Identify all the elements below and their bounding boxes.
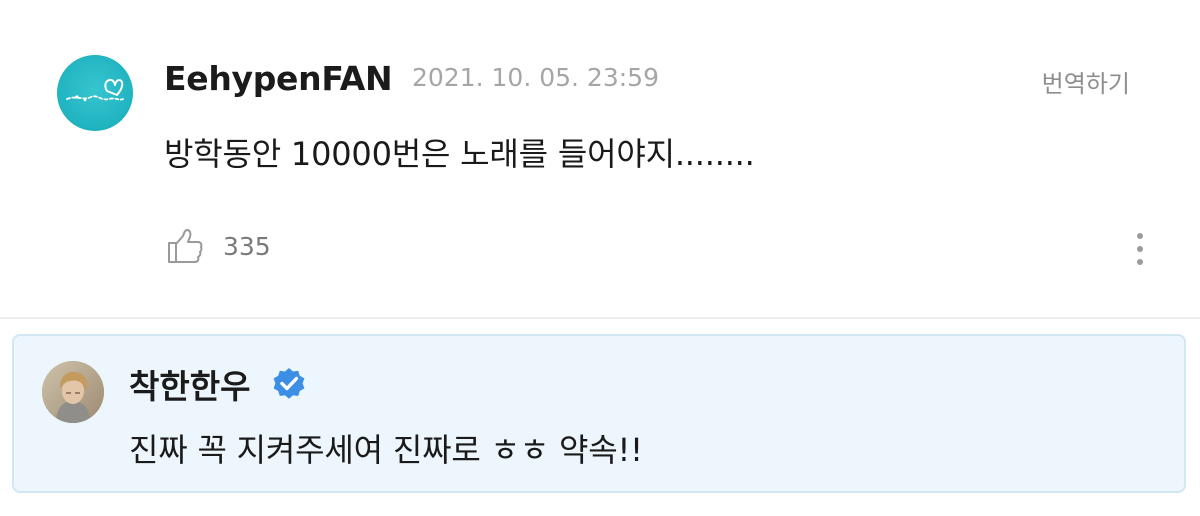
fan-avatar[interactable] xyxy=(57,55,133,131)
fan-comment: EehypenFAN 2021. 10. 05. 23:59 번역하기 방학동안… xyxy=(0,0,1200,318)
translate-button[interactable]: 번역하기 xyxy=(1042,64,1130,99)
artist-photo xyxy=(42,361,104,423)
reply-author[interactable]: 착한한우 xyxy=(129,360,250,408)
more-vertical-icon[interactable] xyxy=(1125,229,1155,269)
reply-text: 진짜 꼭 지켜주세여 진짜로 ㅎㅎ 약속!! xyxy=(129,431,643,469)
fan-club-logo-icon xyxy=(66,78,124,102)
comment-text: 방학동안 10000번은 노래를 들어야지........ xyxy=(164,135,755,173)
like-count: 335 xyxy=(223,231,271,261)
comment-timestamp: 2021. 10. 05. 23:59 xyxy=(412,63,659,92)
thumbs-up-icon xyxy=(168,229,203,263)
artist-reply: 착한한우 진짜 꼭 지켜주세여 진짜로 ㅎㅎ 약속!! xyxy=(12,334,1186,493)
verified-badge-icon xyxy=(273,368,305,399)
artist-avatar[interactable] xyxy=(42,361,104,423)
divider xyxy=(0,317,1200,319)
like-button[interactable]: 335 xyxy=(166,226,271,266)
comment-author[interactable]: EehypenFAN xyxy=(164,59,393,98)
